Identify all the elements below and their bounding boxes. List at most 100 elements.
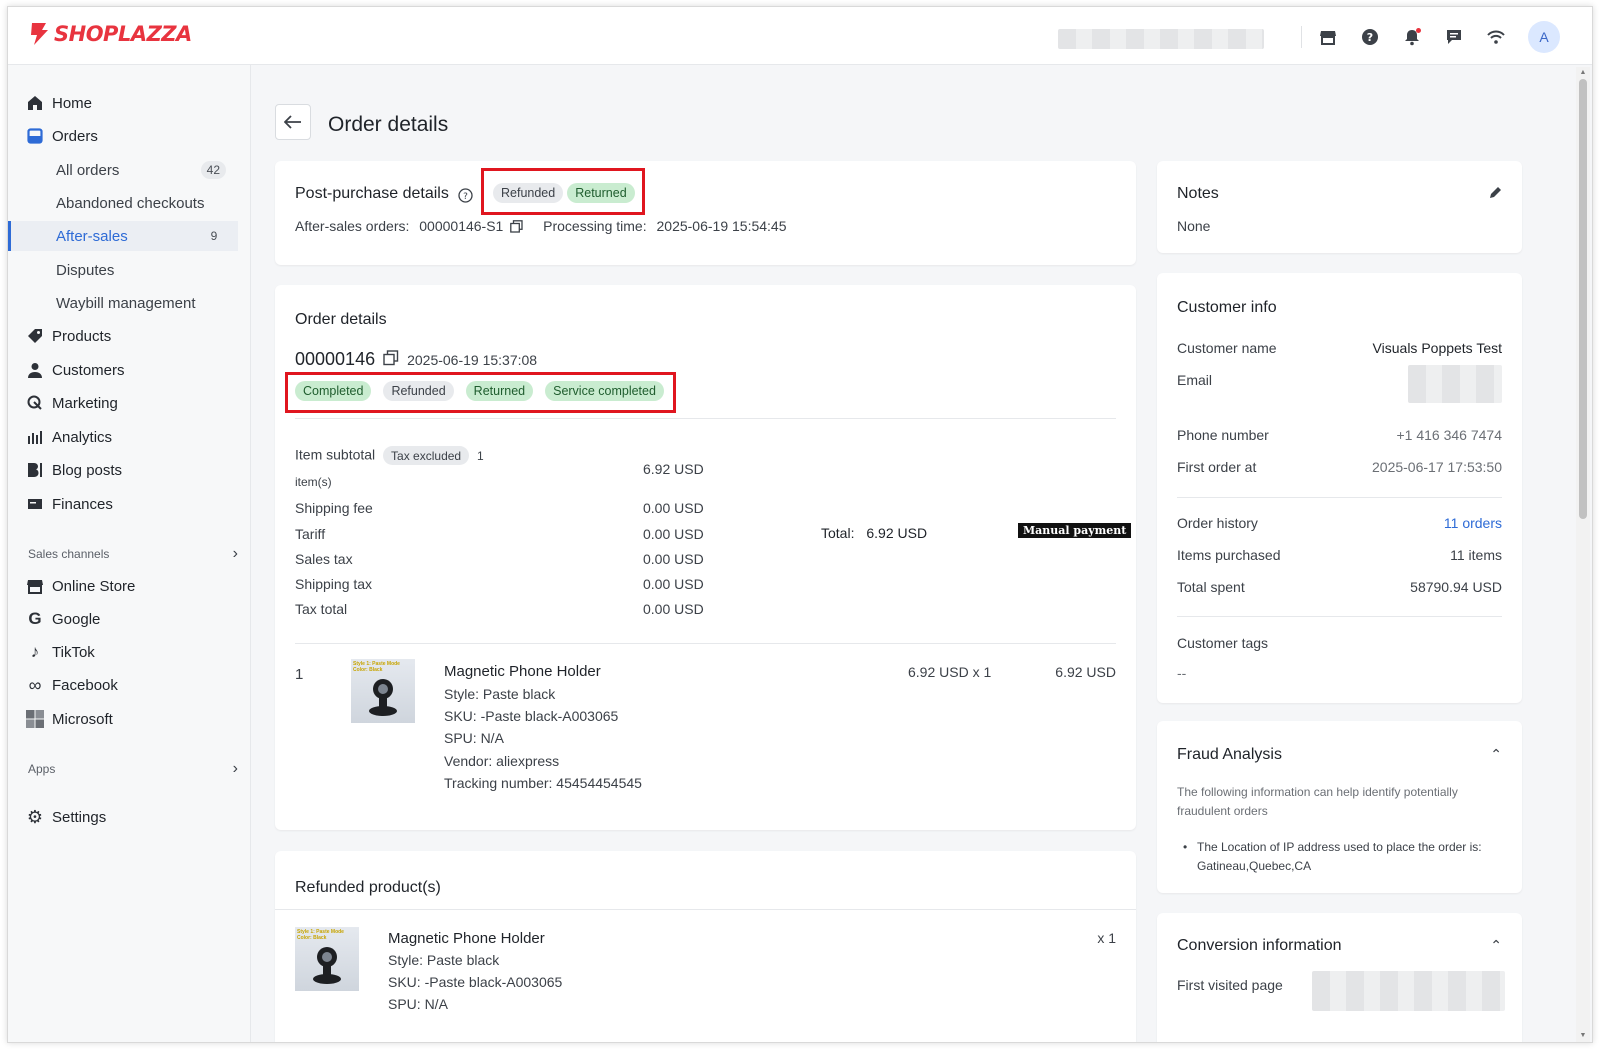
tiktok-icon: ♪ — [30, 642, 40, 661]
help-icon[interactable]: ? — [1360, 27, 1380, 47]
scroll-down-arrow-icon[interactable]: ▼ — [1578, 1032, 1588, 1040]
tariff-value: 0.00 USD — [643, 526, 704, 542]
sidebar-item-all-orders[interactable]: All orders 42 — [8, 155, 238, 185]
sidebar-item-label: Marketing — [52, 394, 118, 412]
phone-holder-icon — [369, 679, 397, 716]
sidebar-item-orders[interactable]: Orders — [8, 121, 238, 151]
post-purchase-card: Post-purchase details ? Refunded Returne… — [275, 161, 1136, 265]
sales-channels-section[interactable]: Sales channels › — [28, 545, 238, 563]
total-value: 6.92 USD — [866, 525, 928, 541]
sidebar-item-label: All orders — [56, 161, 120, 179]
sidebar-item-label: Customers — [52, 361, 125, 379]
svg-text:?: ? — [1367, 31, 1373, 44]
app-window: SHOPLAZZA ? A Home Orders All orders 42 … — [7, 6, 1593, 1043]
customer-tags-value: -- — [1177, 665, 1187, 681]
sidebar-item-waybill-management[interactable]: Waybill management — [8, 288, 238, 318]
unit-price: 6.92 USD x 1 — [908, 664, 992, 680]
store-icon[interactable] — [1318, 27, 1338, 47]
tag-icon — [26, 327, 44, 345]
divider — [1177, 616, 1502, 617]
customer-info-title: Customer info — [1177, 299, 1277, 316]
main-content: Order details Post-purchase details ? Re… — [252, 65, 1542, 1042]
sidebar-item-marketing[interactable]: Marketing — [8, 388, 238, 418]
tracking-number: Tracking number: 45454454545 — [444, 775, 642, 791]
apps-section[interactable]: Apps › — [28, 760, 238, 778]
manual-payment-badge: Manual payment — [1018, 523, 1132, 538]
after-sales-count-badge: 9 — [210, 229, 218, 243]
fraud-bullet-text: The Location of IP address used to place… — [1197, 840, 1482, 873]
marketing-icon — [26, 394, 44, 412]
all-orders-count-badge: 42 — [200, 161, 226, 179]
sidebar-item-blog-posts[interactable]: Blog posts — [8, 455, 238, 485]
sidebar-item-facebook[interactable]: ∞ Facebook — [8, 670, 238, 700]
sales-channels-label: Sales channels — [28, 547, 110, 561]
sidebar-item-disputes[interactable]: Disputes — [8, 255, 238, 285]
refunded-product-thumbnail[interactable]: Style 1: Paste Mode Color: Black — [295, 927, 359, 991]
product-vendor: Vendor: aliexpress — [444, 753, 560, 769]
sidebar-item-after-sales[interactable]: After-sales 9 — [8, 221, 238, 251]
sidebar-item-customers[interactable]: Customers — [8, 355, 238, 385]
customer-info-card: Customer info Customer name Visuals Popp… — [1157, 273, 1522, 703]
customer-name-value[interactable]: Visuals Poppets Test — [1373, 340, 1502, 356]
notes-value: None — [1177, 218, 1211, 234]
customer-tags-label: Customer tags — [1177, 635, 1269, 651]
sidebar-item-analytics[interactable]: Analytics — [8, 422, 238, 452]
copy-icon[interactable] — [510, 220, 523, 236]
google-icon: G — [28, 609, 42, 628]
divider — [295, 418, 1116, 419]
item-subtotal-label: Item subtotal Tax excluded 1 — [295, 446, 484, 465]
refunded-product-style: Style: Paste black — [388, 952, 500, 968]
bell-icon[interactable] — [1402, 27, 1422, 47]
blurred-store-name — [1058, 29, 1264, 49]
sidebar-item-finances[interactable]: Finances — [8, 489, 238, 519]
sidebar-item-home[interactable]: Home — [8, 88, 238, 118]
sidebar-item-abandoned-checkouts[interactable]: Abandoned checkouts — [8, 188, 238, 218]
sidebar-item-microsoft[interactable]: Microsoft — [8, 704, 238, 734]
chevron-up-icon[interactable]: ⌃ — [1490, 937, 1502, 954]
scrollbar-thumb[interactable] — [1579, 79, 1587, 519]
shoplazza-logo[interactable]: SHOPLAZZA — [28, 21, 192, 47]
sidebar-item-settings[interactable]: ⚙ Settings — [8, 802, 238, 832]
help-circle-icon[interactable]: ? — [458, 188, 473, 206]
topbar-divider — [1301, 26, 1302, 48]
bullet-dot: • — [1183, 840, 1188, 854]
shipping-tax-label: Shipping tax — [295, 576, 373, 592]
item-subtotal-text: Item subtotal — [295, 446, 376, 463]
copy-icon[interactable] — [383, 350, 399, 369]
items-purchased-label: Items purchased — [1177, 547, 1281, 563]
shipping-fee-label: Shipping fee — [295, 500, 373, 516]
order-date: 2025-06-19 15:37:08 — [407, 351, 538, 368]
tax-total-label: Tax total — [295, 601, 348, 617]
after-sales-order-number[interactable]: 00000146-S1 — [419, 218, 503, 234]
after-sales-orders-row: After-sales orders: 00000146-S1 Processi… — [295, 218, 787, 236]
shipping-tax-value: 0.00 USD — [643, 576, 704, 592]
total-row: Total: 6.92 USD — [821, 525, 927, 541]
message-icon[interactable] — [1444, 27, 1464, 47]
sidebar-item-online-store[interactable]: Online Store — [8, 571, 238, 601]
blurred-first-visited-page — [1312, 971, 1505, 1011]
analytics-icon — [26, 428, 44, 446]
order-history-link[interactable]: 11 orders — [1444, 515, 1502, 531]
chevron-right-icon: › — [232, 760, 238, 777]
wifi-icon[interactable] — [1486, 27, 1506, 47]
product-name[interactable]: Magnetic Phone Holder — [444, 663, 601, 680]
sidebar-item-tiktok[interactable]: ♪ TikTok — [8, 637, 238, 667]
sidebar-item-label: Finances — [52, 495, 113, 513]
sidebar-item-google[interactable]: G Google — [8, 604, 238, 634]
phone-value: +1 416 346 7474 — [1396, 427, 1503, 443]
edit-pencil-icon[interactable] — [1489, 186, 1502, 202]
back-button[interactable] — [275, 104, 311, 140]
sidebar-item-products[interactable]: Products — [8, 321, 238, 351]
customer-name-label: Customer name — [1177, 340, 1277, 356]
product-thumbnail[interactable]: Style 1: Paste Mode Color: Black — [351, 659, 415, 723]
page-scrollbar[interactable]: ▲ ▼ — [1576, 67, 1590, 1042]
notification-dot — [1416, 28, 1421, 33]
refunded-product-name[interactable]: Magnetic Phone Holder — [388, 930, 545, 947]
avatar[interactable]: A — [1528, 21, 1560, 53]
items-unit: item(s) — [295, 475, 332, 489]
chevron-up-icon[interactable]: ⌃ — [1490, 746, 1502, 763]
scroll-up-arrow-icon[interactable]: ▲ — [1578, 69, 1588, 77]
line-item-index: 1 — [295, 666, 304, 683]
sidebar-item-label: Google — [52, 610, 101, 628]
sidebar-item-label: Facebook — [52, 676, 118, 694]
